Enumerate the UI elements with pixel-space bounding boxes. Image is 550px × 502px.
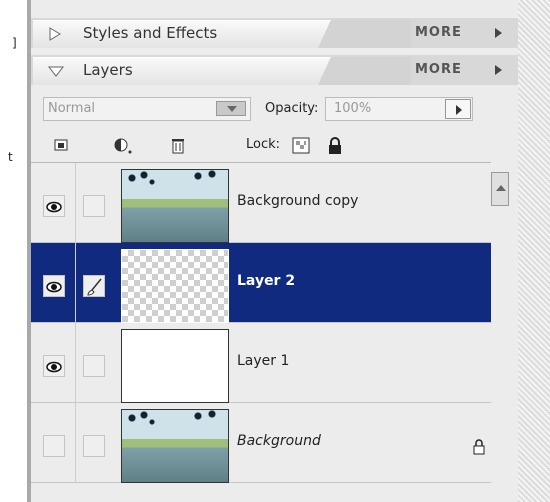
- expand-arrow-icon[interactable]: [47, 26, 63, 42]
- new-layer-icon[interactable]: [53, 137, 71, 153]
- opacity-value: 100%: [334, 101, 372, 116]
- eye-icon: [46, 361, 62, 373]
- layer-name[interactable]: Background: [237, 433, 321, 449]
- collapse-arrow-icon[interactable]: [47, 63, 65, 79]
- layer-row[interactable]: Background: [31, 403, 491, 483]
- header-tab-slant: [291, 20, 411, 48]
- header-tab: [33, 57, 333, 85]
- layer-thumbnail[interactable]: [121, 169, 229, 243]
- layer-row[interactable]: Layer 1: [31, 323, 491, 403]
- dropdown-arrow-icon[interactable]: [216, 101, 246, 116]
- eye-icon: [46, 201, 62, 213]
- visibility-toggle[interactable]: [43, 195, 65, 217]
- eye-icon: [46, 281, 62, 293]
- lock-icon: [473, 439, 485, 455]
- lock-label: Lock:: [246, 137, 281, 152]
- styles-effects-title: Styles and Effects: [83, 24, 218, 42]
- trash-icon[interactable]: [169, 137, 187, 155]
- styles-effects-header[interactable]: Styles and Effects MORE: [31, 18, 518, 48]
- panel-right-edge: [518, 0, 550, 502]
- layer-thumbnail[interactable]: [121, 409, 229, 483]
- header-tab-slant: [291, 57, 411, 85]
- layer-row[interactable]: Background copy: [31, 163, 491, 243]
- layer-thumbnail[interactable]: [121, 249, 229, 323]
- link-toggle[interactable]: [83, 275, 105, 297]
- layer-name[interactable]: Layer 1: [237, 353, 289, 369]
- visibility-toggle[interactable]: [43, 275, 65, 297]
- lock-all-icon[interactable]: [326, 137, 344, 155]
- lock-transparency-icon[interactable]: [292, 137, 312, 155]
- opacity-label: Opacity:: [265, 101, 319, 116]
- palette-panel: Styles and Effects MORE Layers MORE Norm…: [31, 0, 518, 502]
- background-mark: t: [8, 150, 13, 164]
- opacity-slider-arrow-icon[interactable]: [445, 99, 471, 119]
- more-arrow-icon[interactable]: [495, 28, 502, 38]
- brush-icon: [87, 278, 102, 296]
- link-toggle[interactable]: [83, 355, 105, 377]
- link-toggle[interactable]: [83, 435, 105, 457]
- background-mark: ]: [12, 36, 17, 50]
- column-divider: [75, 403, 76, 483]
- styles-more-button[interactable]: MORE: [415, 25, 462, 40]
- column-divider: [75, 163, 76, 243]
- layers-list: Background copy Layer 2 Layer 1 Backgrou…: [31, 162, 491, 502]
- visibility-toggle[interactable]: [43, 435, 65, 457]
- more-arrow-icon[interactable]: [495, 65, 502, 75]
- column-divider: [75, 323, 76, 403]
- layer-thumbnail[interactable]: [121, 329, 229, 403]
- adjustment-layer-icon[interactable]: [113, 137, 135, 155]
- link-toggle[interactable]: [83, 195, 105, 217]
- scroll-up-button[interactable]: [491, 172, 509, 206]
- visibility-toggle[interactable]: [43, 355, 65, 377]
- layer-name[interactable]: Background copy: [237, 193, 358, 209]
- blend-mode-value: Normal: [48, 101, 96, 116]
- layer-row-selected[interactable]: Layer 2: [31, 243, 491, 323]
- layers-title: Layers: [83, 61, 133, 79]
- column-divider: [75, 243, 76, 323]
- layers-more-button[interactable]: MORE: [415, 62, 462, 77]
- layers-header[interactable]: Layers MORE: [31, 55, 518, 85]
- blend-mode-select[interactable]: Normal: [43, 97, 251, 121]
- layer-name[interactable]: Layer 2: [237, 273, 295, 289]
